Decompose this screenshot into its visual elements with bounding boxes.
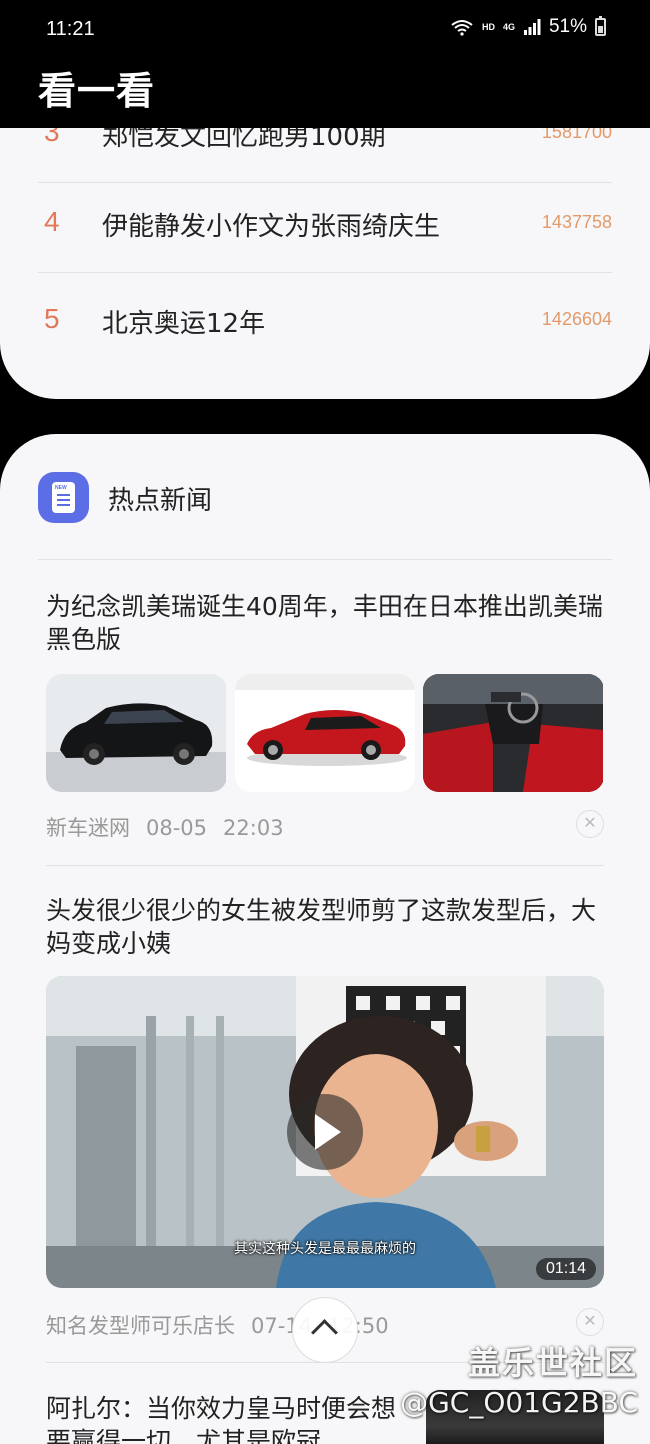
article-title: 阿扎尔：当你效力皇马时便会想要赢得一切，尤其是欧冠 (46, 1394, 397, 1444)
article-video[interactable]: 其实这种头发是最最最麻烦的 01:14 (46, 976, 604, 1288)
article-source: 知名发型师可乐店长 (46, 1314, 235, 1338)
trending-item[interactable]: 4 伊能静发小作文为张雨绮庆生 1437758 (38, 176, 612, 273)
news-icon-tag: NEW (55, 485, 67, 491)
trending-title: 伊能静发小作文为张雨绮庆生 (102, 212, 441, 242)
video-duration: 01:14 (535, 1258, 596, 1280)
signal-icon (523, 19, 541, 35)
news-article[interactable]: 为纪念凯美瑞诞生40周年，丰田在日本推出凯美瑞黑色版 新车迷网 08-05 22… (46, 590, 604, 860)
play-icon[interactable] (287, 1094, 363, 1170)
article-title: 为纪念凯美瑞诞生40周年，丰田在日本推出凯美瑞黑色版 (46, 592, 603, 654)
rank-number: 4 (44, 206, 60, 237)
trending-count: 1437758 (541, 212, 612, 232)
rank-number: 5 (44, 303, 60, 334)
status-bar: 11:21 HD 4G 51% (0, 0, 650, 60)
battery-percent: 51% (548, 16, 587, 37)
rank-number: 3 (44, 128, 60, 147)
news-section-header[interactable]: NEW 热点新闻 (38, 434, 612, 560)
hot-news-card: NEW 热点新闻 为纪念凯美瑞诞生40周年，丰田在日本推出凯美瑞黑色版 新车迷网… (0, 434, 650, 1444)
trending-item[interactable]: 5 北京奥运12年 1426604 (38, 273, 612, 370)
dismiss-button[interactable]: ✕ (576, 810, 604, 838)
trending-count: 1581700 (541, 128, 612, 142)
page-title: 看一看 (38, 69, 156, 113)
news-section-title: 热点新闻 (108, 486, 213, 516)
trending-count: 1426604 (541, 309, 612, 329)
news-article[interactable]: 头发很少很少的女生被发型师剪了这款发型后，大妈变成小姨 (46, 894, 604, 958)
wifi-icon (451, 20, 473, 36)
status-time: 11:21 (46, 18, 95, 40)
network-type-label: 4G (502, 22, 515, 32)
article-date: 08-05 (146, 816, 208, 840)
article-meta: 新车迷网 08-05 22:03 (46, 812, 300, 842)
article-image-strip (46, 674, 604, 792)
article-image (46, 674, 227, 792)
trending-title: 郑恺发文回忆跑男100期 (102, 128, 386, 152)
battery-icon (595, 16, 606, 36)
article-source: 新车迷网 (46, 816, 130, 840)
news-article[interactable]: 阿扎尔：当你效力皇马时便会想要赢得一切，尤其是欧冠 (46, 1392, 418, 1444)
article-image (423, 674, 604, 792)
trending-title: 北京奥运12年 (102, 309, 266, 339)
news-icon: NEW (38, 472, 89, 523)
dismiss-button[interactable]: ✕ (576, 1308, 604, 1336)
trending-item[interactable]: 3 郑恺发文回忆跑男100期 1581700 (38, 128, 612, 183)
watermark-title: 盖乐世社区 (467, 1344, 638, 1382)
app-header: 看一看 (0, 60, 650, 130)
watermark-handle: @GC_O01G2BBC (400, 1386, 638, 1419)
hd-label: HD (481, 22, 495, 32)
article-title: 头发很少很少的女生被发型师剪了这款发型后，大妈变成小姨 (46, 896, 597, 958)
trending-list-card: 3 郑恺发文回忆跑男100期 1581700 4 伊能静发小作文为张雨绮庆生 1… (0, 128, 650, 399)
scroll-to-top-button[interactable] (292, 1297, 358, 1363)
video-subtitle: 其实这种头发是最最最麻烦的 (234, 1241, 416, 1257)
article-time: 22:03 (223, 816, 284, 840)
divider (46, 865, 604, 866)
status-icons: HD 4G 51% (450, 16, 606, 38)
article-image (234, 674, 416, 792)
